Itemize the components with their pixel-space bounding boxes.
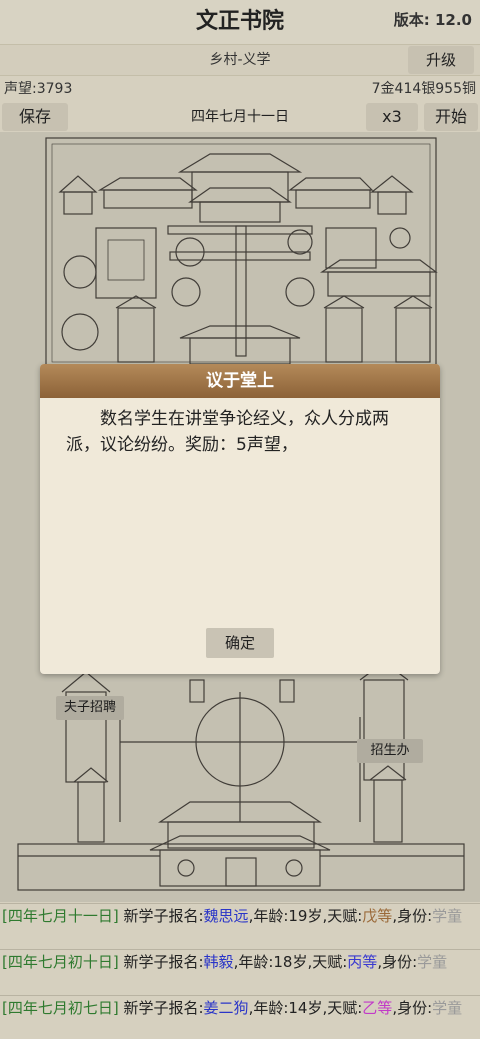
version-label: 版本: 12.0 [393, 11, 472, 29]
start-button[interactable]: 开始 [424, 103, 478, 131]
dialog-message: 数名学生在讲堂争论经义，众人分成两派，议论纷纷。奖励：5声望， [66, 409, 389, 455]
dialog-title: 议于堂上 [206, 371, 274, 391]
log-text: ,年龄:19岁,天赋: [248, 907, 363, 925]
log-talent: 戊等 [362, 907, 393, 925]
event-log[interactable]: [四年七月十一日] 新学子报名:魏思远,年龄:19岁,天赋:戊等,身份:学童 [… [0, 903, 480, 1039]
upgrade-button[interactable]: 升级 [408, 46, 474, 74]
log-text: ,身份: [392, 999, 433, 1017]
save-button[interactable]: 保存 [2, 103, 68, 131]
log-text: ,年龄:14岁,天赋: [248, 999, 363, 1017]
log-date: [四年七月初七日] [2, 999, 119, 1017]
current-date: 四年七月十一日 [191, 109, 289, 125]
log-entry: [四年七月初七日] 新学子报名:姜二狗,年龄:14岁,天赋:乙等,身份:学童 [0, 995, 480, 1039]
log-text: ,年龄:18岁,天赋: [233, 953, 348, 971]
log-student-name: 姜二狗 [203, 999, 249, 1017]
log-text: 新学子报名: [118, 999, 204, 1017]
log-text: ,身份: [377, 953, 418, 971]
log-date: [四年七月初十日] [2, 953, 119, 971]
log-student-name: 韩毅 [203, 953, 234, 971]
log-text: 新学子报名: [118, 907, 204, 925]
log-text: 新学子报名: [118, 953, 204, 971]
confirm-button[interactable]: 确定 [206, 628, 274, 658]
log-entry: [四年七月初十日] 新学子报名:韩毅,年龄:18岁,天赋:丙等,身份:学童 [0, 949, 480, 993]
speed-button[interactable]: x3 [366, 103, 418, 131]
log-student-name: 魏思远 [203, 907, 249, 925]
money-value: 7金414银955铜 [371, 81, 476, 97]
log-role: 学童 [417, 953, 448, 971]
reputation-value: 声望:3793 [4, 81, 73, 97]
log-role: 学童 [432, 907, 463, 925]
log-role: 学童 [432, 999, 463, 1017]
log-text: ,身份: [392, 907, 433, 925]
log-date: [四年七月十一日] [2, 907, 119, 925]
event-dialog: 议于堂上 数名学生在讲堂争论经义，众人分成两派，议论纷纷。奖励：5声望， 确定 [40, 364, 440, 674]
log-entry: [四年七月十一日] 新学子报名:魏思远,年龄:19岁,天赋:戊等,身份:学童 [0, 903, 480, 947]
log-talent: 乙等 [362, 999, 393, 1017]
log-talent: 丙等 [347, 953, 378, 971]
